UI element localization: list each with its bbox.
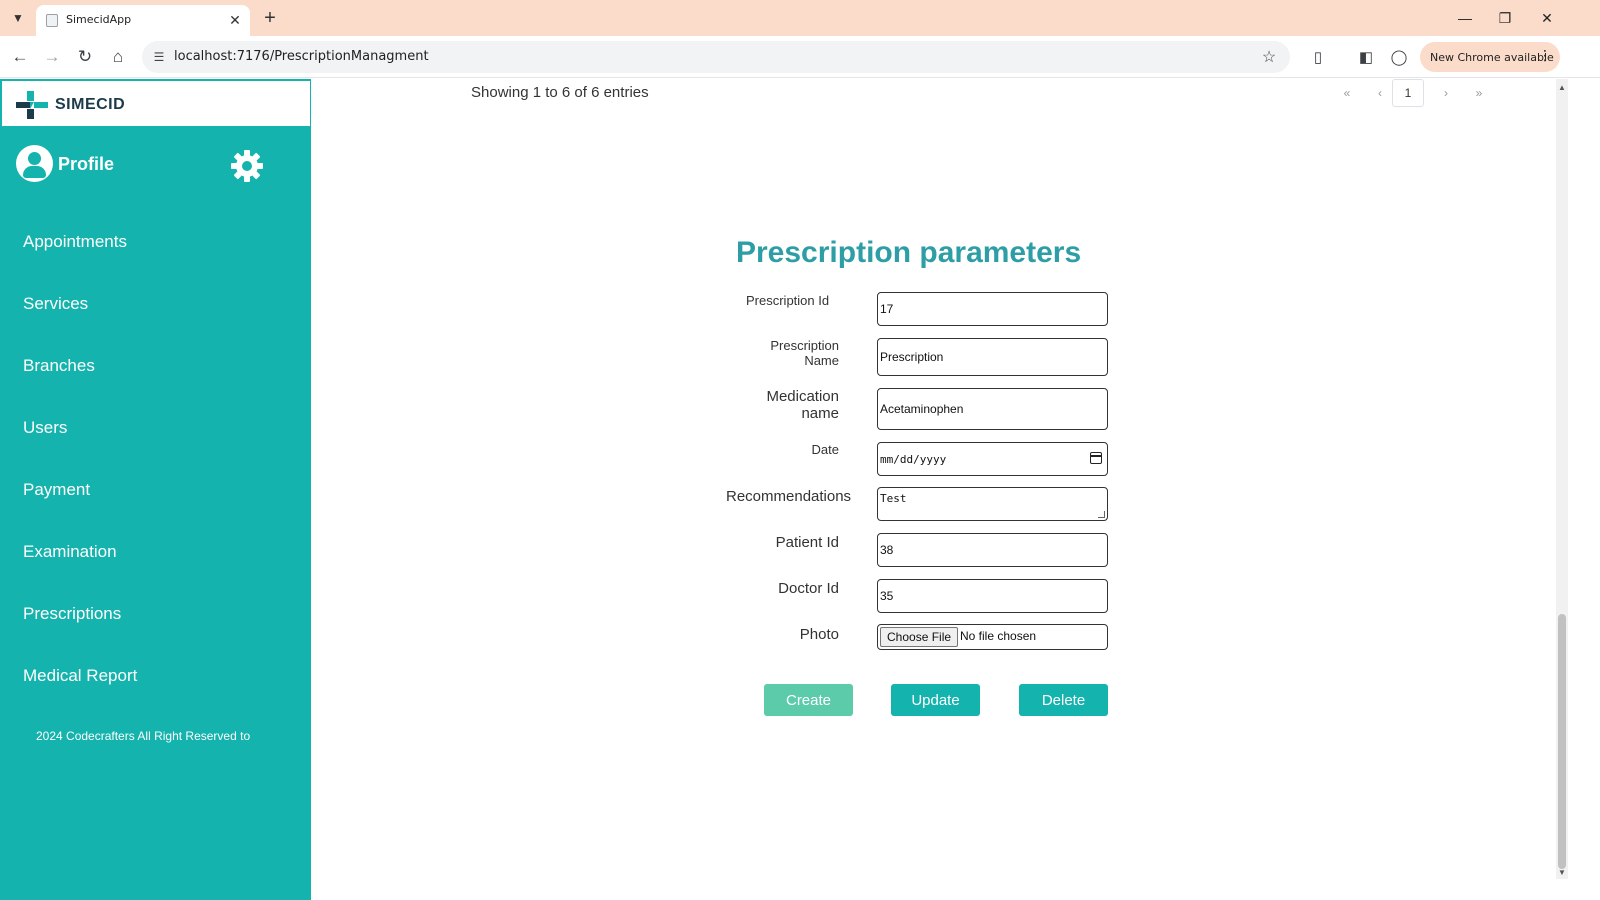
tab-title: SimecidApp (66, 13, 132, 26)
brand-header[interactable]: SIMECID (1, 80, 311, 127)
recommendations-label: Recommendations (726, 488, 852, 505)
date-placeholder: mm/dd/yyyy (880, 452, 947, 466)
medication-name-label: Medication name (755, 388, 839, 422)
user-avatar-icon (16, 145, 53, 182)
sidebar-item-examination[interactable]: Examination (0, 529, 311, 591)
prescription-name-label-line1: Prescription (770, 338, 839, 353)
browser-toolbar: ← → ↻ ⌂ ☰ localhost:7176/PrescriptionMan… (0, 36, 1600, 78)
back-arrow-icon[interactable]: ← (8, 45, 32, 69)
file-status-text: No file chosen (960, 629, 1037, 643)
home-icon[interactable]: ⌂ (106, 45, 130, 69)
sidebar: SIMECID Profile Appointments Services Br… (0, 79, 311, 900)
update-chip-label: New Chrome available (1430, 50, 1554, 64)
forward-arrow-icon[interactable]: → (40, 45, 64, 69)
choose-file-button[interactable]: Choose File (880, 627, 959, 647)
medication-name-label-line2: name (801, 405, 839, 422)
restore-window-icon[interactable]: ❐ (1490, 6, 1520, 30)
vertical-scrollbar[interactable]: ▲ ▼ (1556, 79, 1568, 879)
form-title: Prescription parameters (736, 236, 1082, 269)
sidebar-item-prescriptions[interactable]: Prescriptions (0, 591, 311, 653)
chrome-update-button[interactable]: New Chrome available ⋮ (1420, 42, 1560, 72)
sidebar-item-services[interactable]: Services (0, 281, 311, 343)
close-tab-icon[interactable]: ✕ (226, 11, 244, 29)
scroll-down-arrow-icon[interactable]: ▼ (1558, 868, 1566, 877)
prescription-name-label-line2: Name (804, 353, 839, 368)
extensions-puzzle-icon[interactable]: ▯ (1306, 45, 1330, 69)
doctor-id-input[interactable]: 35 (877, 579, 1108, 613)
delete-button[interactable]: Delete (1019, 684, 1108, 716)
url-text[interactable]: localhost:7176/PrescriptionManagment (174, 49, 429, 64)
bookmark-star-icon[interactable]: ☆ (1258, 46, 1280, 68)
side-panel-icon[interactable]: ◧ (1354, 45, 1378, 69)
simecid-logo-icon (16, 91, 48, 119)
create-button[interactable]: Create (764, 684, 853, 716)
minimize-window-icon[interactable]: — (1450, 6, 1480, 30)
recommendations-value: Test (880, 492, 907, 505)
new-tab-plus-icon[interactable]: + (258, 6, 282, 30)
update-button[interactable]: Update (891, 684, 980, 716)
profile-account-icon[interactable]: ◯ (1387, 45, 1411, 69)
sidebar-item-medical-report[interactable]: Medical Report (0, 653, 311, 715)
address-bar[interactable]: ☰ localhost:7176/PrescriptionManagment ☆ (142, 41, 1290, 73)
sidebar-item-users[interactable]: Users (0, 405, 311, 467)
medication-name-input[interactable]: Acetaminophen (877, 388, 1108, 430)
date-input[interactable]: mm/dd/yyyy (877, 442, 1108, 476)
prescription-name-input[interactable]: Prescription (877, 338, 1108, 376)
sidebar-footer: 2024 Codecrafters All Right Reserved to (36, 729, 251, 743)
close-window-icon[interactable]: ✕ (1532, 6, 1562, 30)
prescription-id-input[interactable]: 17 (877, 292, 1108, 326)
kebab-menu-icon[interactable]: ⋮ (1538, 48, 1552, 64)
doctor-id-label: Doctor Id (778, 580, 839, 597)
pager-page-1-button[interactable]: 1 (1392, 79, 1424, 107)
brand-name: SIMECID (55, 96, 126, 113)
sidebar-nav: Appointments Services Branches Users Pay… (0, 219, 311, 715)
entries-info: Showing 1 to 6 of 6 entries (471, 84, 649, 101)
patient-id-input[interactable]: 38 (877, 533, 1108, 567)
pager-first-button[interactable]: « (1331, 79, 1363, 107)
prescription-name-label: Prescription Name (761, 338, 839, 368)
prescription-id-label: Prescription Id (746, 293, 830, 308)
scrollbar-thumb[interactable] (1558, 614, 1566, 869)
resize-grip-icon[interactable] (1098, 511, 1105, 518)
sidebar-item-branches[interactable]: Branches (0, 343, 311, 405)
profile-label: Profile (58, 154, 115, 174)
tab-search-chevron-icon[interactable]: ▼ (6, 7, 30, 29)
medication-name-label-line1: Medication (766, 388, 839, 405)
photo-label: Photo (799, 626, 839, 643)
sidebar-item-payment[interactable]: Payment (0, 467, 311, 529)
patient-id-label: Patient Id (775, 534, 839, 551)
gear-icon[interactable] (230, 149, 264, 183)
pager-last-button[interactable]: » (1463, 79, 1495, 107)
browser-tab-strip: ▼ SimecidApp ✕ + — ❐ ✕ (0, 0, 1600, 36)
reload-icon[interactable]: ↻ (73, 45, 97, 69)
scroll-up-arrow-icon[interactable]: ▲ (1558, 83, 1566, 92)
site-info-icon[interactable]: ☰ (150, 48, 168, 66)
date-label: Date (811, 442, 839, 457)
photo-file-input[interactable]: Choose File No file chosen (877, 624, 1108, 650)
browser-tab[interactable]: SimecidApp ✕ (36, 5, 250, 36)
page-favicon-icon (46, 14, 58, 27)
calendar-icon[interactable] (1090, 452, 1102, 464)
recommendations-textarea[interactable]: Test (877, 487, 1108, 521)
sidebar-item-appointments[interactable]: Appointments (0, 219, 311, 281)
main-content: Showing 1 to 6 of 6 entries « ‹ 1 › » Pr… (311, 79, 1556, 900)
pager-next-button[interactable]: › (1430, 79, 1462, 107)
